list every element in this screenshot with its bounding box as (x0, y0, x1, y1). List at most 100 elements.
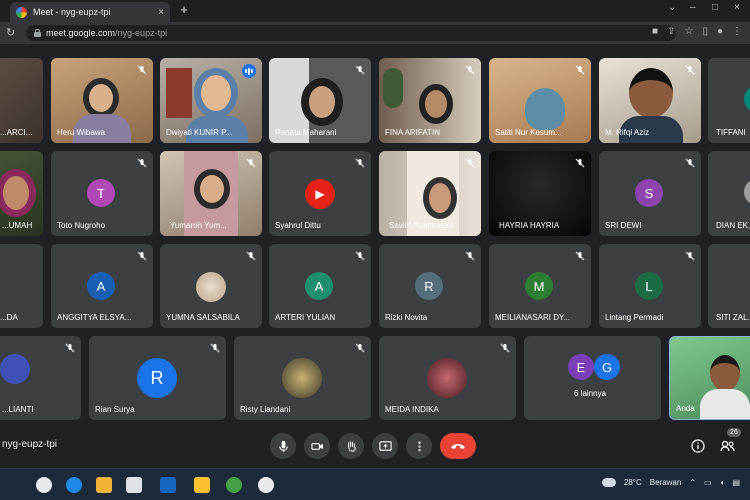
browser-menu-icon[interactable]: ⋮ (732, 26, 742, 37)
participant-tile[interactable]: MEIDA INDIKA (379, 336, 516, 420)
address-bar: ↻ meet.google.com/nyg-eupz-tpi ■ ⇪ ☆ ▯ ●… (0, 22, 750, 44)
file-explorer-taskbar-icon[interactable] (96, 477, 112, 493)
chrome-profile-taskbar-icon[interactable] (258, 477, 274, 493)
more-options-button[interactable] (406, 433, 432, 459)
mic-off-icon (465, 65, 475, 75)
participant-tile[interactable]: ...UMAH (0, 151, 43, 236)
participant-tile[interactable]: Renata Maharani (269, 58, 371, 143)
share-icon[interactable]: ⇪ (667, 26, 675, 37)
split-view-icon[interactable]: ▯ (702, 26, 708, 37)
meeting-info-button[interactable] (689, 437, 707, 455)
participant-tile[interactable]: Heru Wibawa (51, 58, 153, 143)
address-bar-icons: ■ ⇪ ☆ ▯ ● ⋮ (652, 26, 742, 37)
participant-tile[interactable]: Yumaroh Yum... (160, 151, 262, 236)
close-window-button[interactable]: × (734, 2, 740, 13)
participant-tile[interactable]: M. Rifqi Aziz (599, 58, 701, 143)
mic-off-icon (137, 251, 147, 261)
participant-tile[interactable]: L Lintang Permadi (599, 244, 701, 328)
tab-search-icon[interactable]: ⌄ (668, 2, 676, 13)
participant-tile[interactable]: DIAN EK... (708, 151, 750, 236)
chrome-taskbar-icon[interactable] (36, 477, 52, 493)
participant-tile[interactable]: ▶ Syahrul Dittu (269, 151, 371, 236)
reload-icon[interactable]: ↻ (6, 26, 15, 39)
participant-name: HAYRIA HAYRIA (499, 221, 560, 230)
camera-in-use-icon[interactable]: ■ (652, 26, 658, 37)
sticky-notes-taskbar-icon[interactable] (194, 477, 210, 493)
end-call-button[interactable] (440, 433, 476, 459)
participant-tile[interactable]: M MEILIANASARI DY... (489, 244, 591, 328)
participant-name: Satiti Nur Kesum... (495, 128, 562, 137)
participant-tile[interactable]: ...DA (0, 244, 43, 328)
volume-icon[interactable]: ◖ (720, 478, 725, 487)
participant-tile[interactable]: SITI ZAL... (708, 244, 750, 328)
mic-off-icon (575, 158, 585, 168)
profile-photo-avatar (0, 354, 30, 384)
participant-tile[interactable]: A ANGGITYA ELSYA... (51, 244, 153, 328)
mic-off-icon (65, 343, 75, 353)
raise-hand-button[interactable] (338, 433, 364, 459)
screen: Meet - nyg-eupz-tpi × + ⌄ – □ × ↻ meet.g… (0, 0, 750, 500)
mail-taskbar-icon[interactable] (160, 477, 176, 493)
participant-avatar (744, 179, 750, 205)
participant-tile[interactable]: Satiti Nur Kesum... (489, 58, 591, 143)
microphone-button[interactable] (270, 433, 296, 459)
present-screen-button[interactable] (372, 433, 398, 459)
microphone-icon (278, 440, 288, 452)
mic-off-icon (500, 343, 510, 353)
participant-tile[interactable]: R Rian Surya (89, 336, 226, 420)
notification-icon[interactable]: ▤ (732, 478, 740, 487)
participant-name: Rian Surya (95, 405, 135, 414)
camera-button[interactable] (304, 433, 330, 459)
participant-tile[interactable]: HAYRIA HAYRIA (489, 151, 591, 236)
system-tray: 28°C Berawan ⌃ ▭ ◖ ▤ (601, 478, 740, 487)
participant-avatar: L (635, 272, 663, 300)
browser-tab[interactable]: Meet - nyg-eupz-tpi × (10, 2, 170, 22)
meet-grid: ...ARCI... Heru Wibawa Dwiyati KUNIR P..… (0, 44, 750, 468)
end-call-icon (451, 444, 465, 449)
participant-name: FINA ARIFATIN (385, 128, 440, 137)
youtube-avatar-icon: ▶ (305, 179, 335, 209)
people-button[interactable] (719, 437, 737, 455)
bookmark-star-icon[interactable]: ☆ (684, 26, 693, 37)
participant-name: SITI ZAL... (716, 313, 750, 322)
mic-off-icon (575, 251, 585, 261)
tray-chevron-icon[interactable]: ⌃ (689, 478, 696, 487)
participant-tile[interactable]: Savitri Puspitasari (379, 151, 481, 236)
profile-photo-avatar (196, 272, 226, 302)
store-taskbar-icon[interactable] (126, 477, 142, 493)
participant-tile[interactable]: ...LIANTI (0, 336, 81, 420)
mic-off-icon (575, 65, 585, 75)
url-field[interactable]: meet.google.com/nyg-eupz-tpi (26, 25, 676, 41)
participant-tile[interactable]: FINA ARIFATIN (379, 58, 481, 143)
participant-tile[interactable]: Risty Liandani (234, 336, 371, 420)
tab-close-icon[interactable]: × (158, 7, 164, 18)
new-tab-button[interactable]: + (176, 2, 192, 18)
others-avatar: G (594, 354, 620, 380)
participant-name: ...UMAH (2, 221, 33, 230)
profile-icon[interactable]: ● (717, 26, 723, 37)
meet-control-bar: nyg-eupz-tpi 26 (0, 424, 750, 468)
self-name: Anda (676, 404, 695, 413)
participant-tile[interactable]: A ARTERI YULIAN (269, 244, 371, 328)
edge-taskbar-icon[interactable] (66, 477, 82, 493)
mic-off-icon (246, 158, 256, 168)
mic-off-icon (137, 158, 147, 168)
participant-tile[interactable]: TIFFANI (708, 58, 750, 143)
participant-name: Yumaroh Yum... (170, 221, 227, 230)
network-icon[interactable]: ▭ (704, 478, 712, 487)
maximize-button[interactable]: □ (712, 2, 718, 13)
participant-tile[interactable]: Dwiyati KUNIR P... (160, 58, 262, 143)
participant-tile[interactable]: ...ARCI... (0, 58, 43, 143)
minimize-button[interactable]: – (690, 2, 696, 13)
participant-name: SRI DEWI (605, 221, 642, 230)
participant-tile[interactable]: T Toto Nugroho (51, 151, 153, 236)
self-tile[interactable]: Anda (669, 336, 750, 420)
participant-name: M. Rifqi Aziz (605, 128, 650, 137)
mic-off-icon (355, 158, 365, 168)
participant-tile[interactable]: R Rizki Novita (379, 244, 481, 328)
others-tile[interactable]: E G 6 lainnya (524, 336, 661, 420)
meet-favicon-icon (16, 6, 27, 18)
participant-tile[interactable]: YUMNA SALSABILA (160, 244, 262, 328)
app-taskbar-icon[interactable] (226, 477, 242, 493)
participant-tile[interactable]: S SRI DEWI (599, 151, 701, 236)
